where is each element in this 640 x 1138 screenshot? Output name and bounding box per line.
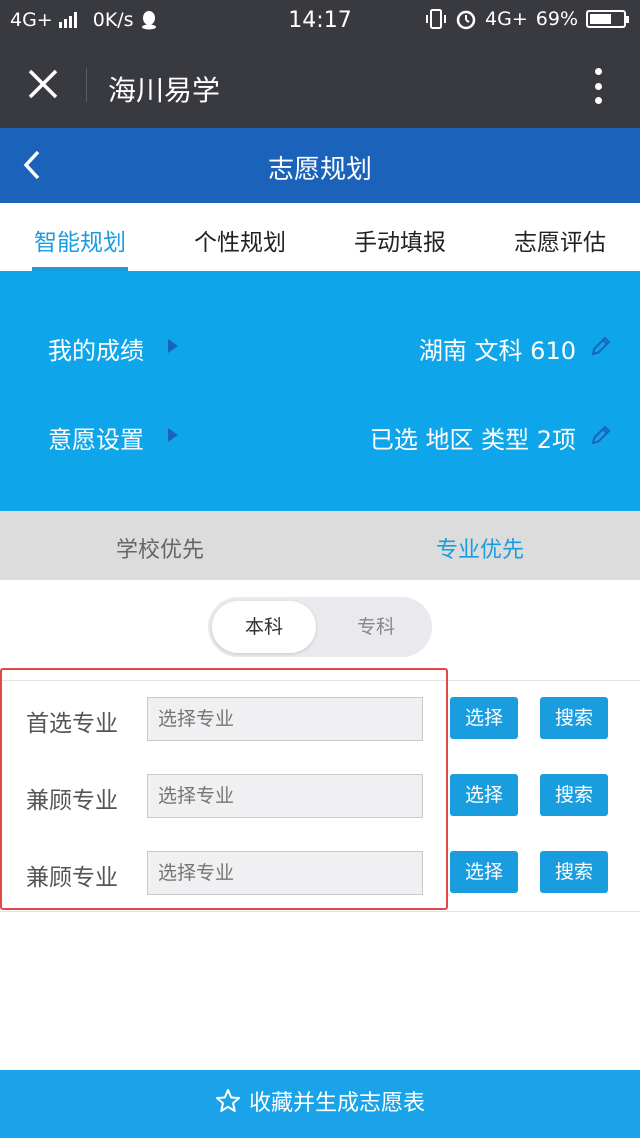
status-right: 4G+ 69% [425, 8, 629, 30]
alarm-icon [456, 10, 476, 30]
major-input[interactable] [147, 774, 423, 818]
search-button[interactable]: 搜索 [540, 851, 608, 893]
battery-icon [586, 10, 629, 28]
major-row-third: 兼顾专业 选择 搜索 [0, 848, 640, 898]
vibrate-icon [426, 9, 447, 29]
major-input[interactable] [147, 697, 423, 741]
page-header: 志愿规划 [0, 128, 640, 203]
save-generate-button[interactable]: 收藏并生成志愿表 [0, 1070, 640, 1138]
triangle-right-icon [168, 339, 178, 353]
edit-score-icon[interactable] [590, 335, 612, 357]
major-priority-option[interactable]: 专业优先 [320, 511, 640, 580]
close-icon[interactable] [26, 67, 60, 101]
tab-manual-fill[interactable]: 手动填报 [320, 203, 480, 271]
star-icon [215, 1089, 240, 1112]
select-button[interactable]: 选择 [450, 697, 518, 739]
preference-label: 意愿设置 [48, 426, 144, 454]
app-title: 海川易学 [108, 74, 221, 107]
more-menu-icon[interactable] [594, 68, 602, 104]
score-panel: 我的成绩 湖南 文科 610 意愿设置 已选 地区 类型 2项 [0, 271, 640, 511]
preference-row[interactable]: 意愿设置 已选 地区 类型 2项 [0, 410, 640, 460]
major-row-first: 首选专业 选择 搜索 [0, 694, 640, 744]
select-button[interactable]: 选择 [450, 774, 518, 816]
title-divider [86, 68, 87, 102]
battery-percent: 69% [535, 8, 578, 30]
major-label: 兼顾专业 [26, 788, 118, 814]
network-type-right: 4G+ [485, 8, 528, 30]
select-button[interactable]: 选择 [450, 851, 518, 893]
major-row-second: 兼顾专业 选择 搜索 [0, 771, 640, 821]
tab-personal-planning[interactable]: 个性规划 [160, 203, 320, 271]
search-button[interactable]: 搜索 [540, 697, 608, 739]
preference-value: 已选 地区 类型 2项 [369, 426, 576, 454]
triangle-right-icon [168, 428, 178, 442]
my-score-row[interactable]: 我的成绩 湖南 文科 610 [0, 321, 640, 371]
tab-evaluation[interactable]: 志愿评估 [480, 203, 640, 271]
level-toggle: 本科 专科 [208, 597, 432, 657]
edit-preference-icon[interactable] [590, 424, 612, 446]
tab-bar: 智能规划 个性规划 手动填报 志愿评估 [0, 203, 640, 271]
major-input[interactable] [147, 851, 423, 895]
tab-smart-planning[interactable]: 智能规划 [0, 203, 160, 271]
status-bar: 4G+ 0K/s 14:17 4G+ 69% [0, 0, 640, 42]
page-title: 志愿规划 [267, 155, 372, 185]
major-label: 首选专业 [26, 711, 118, 737]
battery-fill [590, 14, 611, 24]
major-label: 兼顾专业 [26, 865, 118, 891]
search-button[interactable]: 搜索 [540, 774, 608, 816]
wechat-title-bar: 海川易学 [0, 42, 640, 128]
save-generate-label: 收藏并生成志愿表 [248, 1091, 425, 1116]
my-score-label: 我的成绩 [48, 337, 144, 365]
school-priority-option[interactable]: 学校优先 [0, 511, 320, 580]
vocational-option[interactable]: 专科 [324, 601, 428, 653]
priority-toggle: 学校优先 专业优先 [0, 511, 640, 580]
my-score-value: 湖南 文科 610 [418, 337, 576, 365]
undergraduate-option[interactable]: 本科 [212, 601, 316, 653]
